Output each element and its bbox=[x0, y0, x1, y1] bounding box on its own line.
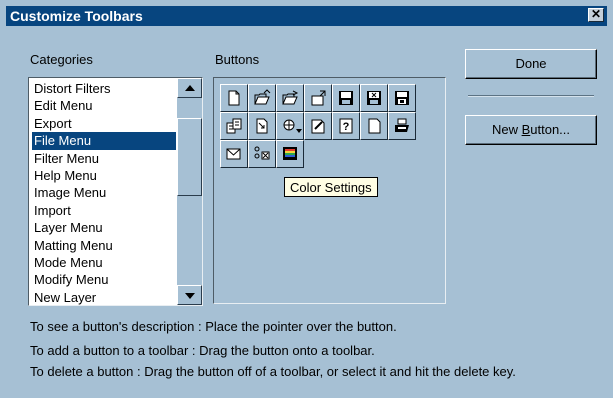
export-box-icon bbox=[311, 90, 326, 106]
category-item[interactable]: Import bbox=[32, 202, 176, 219]
save-as-button[interactable] bbox=[360, 84, 388, 112]
category-item[interactable]: Distort Filters bbox=[32, 80, 176, 97]
categories-label: Categories bbox=[30, 52, 93, 67]
document-edit-icon bbox=[311, 119, 325, 134]
separator-line bbox=[468, 95, 594, 97]
category-item[interactable]: Help Menu bbox=[32, 167, 176, 184]
scan-devices-icon bbox=[254, 146, 270, 160]
help-button[interactable]: ? bbox=[332, 112, 360, 140]
done-button[interactable]: Done bbox=[465, 49, 597, 79]
help-question-icon: ? bbox=[339, 118, 353, 134]
window-title: Customize Toolbars bbox=[10, 8, 143, 24]
customize-toolbars-dialog: Customize Toolbars ✕ Categories Buttons … bbox=[0, 0, 613, 398]
category-item[interactable]: Image Menu bbox=[32, 184, 176, 201]
export-box-button[interactable] bbox=[304, 84, 332, 112]
svg-text:?: ? bbox=[343, 121, 350, 133]
color-drop-icon bbox=[283, 119, 302, 133]
color-settings-tooltip: Color Settings bbox=[284, 177, 378, 197]
buttons-label: Buttons bbox=[215, 52, 260, 67]
document-edit-button[interactable] bbox=[304, 112, 332, 140]
document-arrow-icon bbox=[256, 118, 268, 134]
category-item[interactable]: Modify Menu bbox=[32, 271, 176, 288]
new-button-label-pre: New bbox=[491, 122, 522, 137]
scan-devices-button[interactable] bbox=[248, 140, 276, 168]
categories-list: Distort Filters Edit Menu Export File Menu F… bbox=[32, 80, 176, 305]
category-item[interactable]: Layer Menu bbox=[32, 219, 176, 236]
scroll-up-button[interactable] bbox=[177, 78, 202, 98]
print-button[interactable] bbox=[388, 112, 416, 140]
mail-icon bbox=[226, 148, 241, 160]
scroll-thumb[interactable] bbox=[177, 118, 202, 196]
open-folder-alt-icon bbox=[282, 90, 299, 105]
open-folder-button[interactable] bbox=[248, 84, 276, 112]
category-item[interactable]: New Layer bbox=[32, 289, 176, 305]
categories-scrollbar[interactable] bbox=[177, 78, 202, 305]
new-document-button[interactable] bbox=[220, 84, 248, 112]
color-settings-icon bbox=[283, 147, 297, 160]
help-line-add: To add a button to a toolbar : Drag the … bbox=[30, 343, 375, 358]
category-item[interactable]: Edit Menu bbox=[32, 97, 176, 114]
category-item[interactable]: Mode Menu bbox=[32, 254, 176, 271]
category-item[interactable]: Filter Menu bbox=[32, 150, 176, 167]
title-bar: Customize Toolbars ✕ bbox=[6, 6, 607, 26]
new-button-accelerator: B bbox=[521, 122, 531, 137]
help-line-delete: To delete a button : Drag the button off… bbox=[30, 364, 516, 379]
color-settings-button[interactable] bbox=[276, 140, 304, 168]
category-item[interactable]: Matting Menu bbox=[32, 237, 176, 254]
save-disk-x-icon bbox=[367, 91, 381, 105]
scroll-up-arrow-icon bbox=[185, 85, 195, 91]
new-document-icon bbox=[228, 90, 240, 106]
save-disk-icon bbox=[339, 91, 353, 105]
printer-icon bbox=[395, 118, 409, 132]
category-item[interactable]: Export bbox=[32, 115, 176, 132]
save-disk-alt-icon bbox=[395, 91, 409, 105]
category-item[interactable]: File Menu bbox=[32, 132, 176, 150]
new-button-label: New Button... bbox=[492, 122, 570, 137]
done-button-label: Done bbox=[515, 56, 547, 71]
scroll-down-button[interactable] bbox=[177, 285, 202, 305]
new-button-label-post: utton... bbox=[530, 122, 571, 137]
help-line-describe: To see a button's description : Place th… bbox=[30, 319, 397, 334]
close-button[interactable]: ✕ bbox=[588, 8, 604, 22]
categories-listbox[interactable]: Distort Filters Edit Menu Export File Menu F… bbox=[28, 77, 203, 306]
scroll-down-arrow-icon bbox=[185, 293, 195, 299]
mail-button[interactable] bbox=[220, 140, 248, 168]
new-button-button[interactable]: New Button... bbox=[465, 115, 597, 145]
copy-documents-icon bbox=[226, 118, 242, 134]
close-icon: ✕ bbox=[590, 7, 602, 21]
open-folder-alt-button[interactable] bbox=[276, 84, 304, 112]
page-button[interactable] bbox=[360, 112, 388, 140]
copy-documents-button[interactable] bbox=[220, 112, 248, 140]
open-folder-icon bbox=[254, 89, 271, 105]
save-button[interactable] bbox=[332, 84, 360, 112]
page-icon bbox=[368, 118, 381, 134]
color-drop-button[interactable] bbox=[276, 112, 304, 140]
document-arrow-button[interactable] bbox=[248, 112, 276, 140]
save-copy-button[interactable] bbox=[388, 84, 416, 112]
